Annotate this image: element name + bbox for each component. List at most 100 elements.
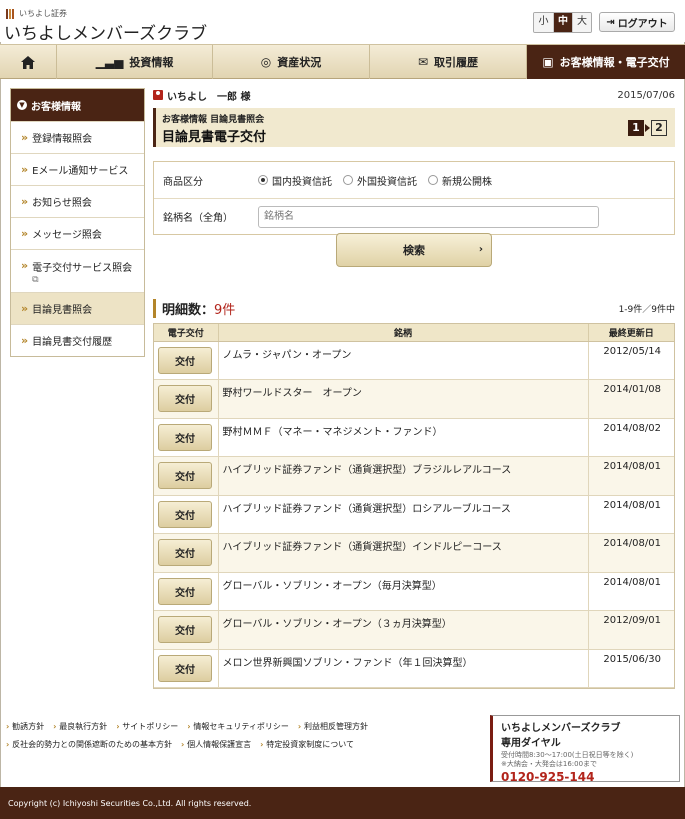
font-size-option-0[interactable]: 小 xyxy=(534,13,553,32)
table-row: 交付 野村ワールドスター オープン 2014/01/08 xyxy=(154,379,674,419)
radio-selected-icon xyxy=(258,175,268,185)
nav-investment-info[interactable]: ▁▃▅ 投資情報 xyxy=(57,45,213,79)
sidebar-item-registration[interactable]: » 登録情報照会 xyxy=(11,121,144,153)
main-nav: ▁▃▅ 投資情報 ◎ 資産状況 ✉ 取引履歴 ▣ お客様情報・電子交付 xyxy=(0,44,685,79)
footer-link[interactable]: 情報セキュリティポリシー xyxy=(187,722,289,731)
delivery-cell: 交付 xyxy=(154,495,219,534)
chart-icon: ▁▃▅ xyxy=(95,55,124,69)
header: いちよし証券 いちよしメンバーズクラブ 小中大 ⇥ ログアウト xyxy=(0,0,685,44)
sidebar-item-email-notification[interactable]: » Eメール通知サービス xyxy=(11,153,144,185)
delivery-cell: 交付 xyxy=(154,572,219,611)
breadcrumb: お客様情報 目論見書照会 xyxy=(162,115,265,125)
updated-date-cell: 2014/08/02 xyxy=(588,418,674,457)
footer-link[interactable]: サイトポリシー xyxy=(116,722,178,731)
category-radio-ipo[interactable]: 新規公開株 xyxy=(428,173,492,188)
category-radio-domestic[interactable]: 国内投資信託 xyxy=(258,173,332,188)
name-label: 銘柄名（全角） xyxy=(163,213,233,224)
handshake-icon: ✉ xyxy=(417,55,429,69)
delivery-cell: 交付 xyxy=(154,341,219,380)
prospectus-table: 電子交付 銘柄 最終更新日 交付 ノムラ・ジャパン・オープン 2012/05/14 交… xyxy=(153,323,675,689)
updated-date-cell: 2014/01/08 xyxy=(588,379,674,419)
font-size-option-2[interactable]: 大 xyxy=(572,13,591,32)
footer-link[interactable]: 特定投資家制度について xyxy=(260,740,354,749)
sidebar-item-prospectus-history[interactable]: » 目論見書交付履歴 xyxy=(11,324,144,356)
sidebar-item-notices[interactable]: » お知らせ照会 xyxy=(11,185,144,217)
search-form: 商品区分 国内投資信託 外国投資信託 新規公開株 銘柄名（全角） xyxy=(153,161,675,235)
footer-link[interactable]: 反社会的勢力との関係遮断のための基本方針 xyxy=(6,740,172,749)
category-row: 商品区分 国内投資信託 外国投資信託 新規公開株 xyxy=(154,162,674,198)
search-button[interactable]: 検索 › xyxy=(336,233,492,267)
chevron-right-icon: › xyxy=(478,244,483,255)
fund-name-cell: グローバル・ソブリン・オープン（３ヵ月決算型） xyxy=(218,610,589,650)
logout-icon: ⇥ xyxy=(606,16,615,28)
brand-logo-icon xyxy=(6,8,16,19)
fund-name-cell: ハイブリッド証券ファンド（通貨選択型）ブラジルレアルコース xyxy=(218,456,589,496)
delivery-cell: 交付 xyxy=(154,456,219,496)
delivery-cell: 交付 xyxy=(154,610,219,650)
logout-button[interactable]: ⇥ ログアウト xyxy=(599,12,675,32)
page-title: 目論見書電子交付 xyxy=(162,130,267,145)
issue-button[interactable]: 交付 xyxy=(158,462,212,489)
arrow-icon: » xyxy=(21,163,29,176)
issue-button[interactable]: 交付 xyxy=(158,346,212,374)
nav-trade-history[interactable]: ✉ 取引履歴 xyxy=(370,45,527,79)
brand-title[interactable]: いちよしメンバーズクラブ xyxy=(4,19,207,44)
nav-customer-info[interactable]: ▣ お客様情報・電子交付 xyxy=(527,45,685,79)
name-row: 銘柄名（全角） xyxy=(154,198,674,234)
fund-name-input[interactable] xyxy=(258,205,599,228)
table-row: 交付 ハイブリッド証券ファンド（通貨選択型）インドルピーコース 2014/08/01 xyxy=(154,533,674,573)
issue-button[interactable]: 交付 xyxy=(158,616,212,643)
table-row: 交付 グローバル・ソブリン・オープン（３ヵ月決算型） 2012/09/01 xyxy=(154,610,674,650)
issue-button[interactable]: 交付 xyxy=(158,539,212,566)
support-dial-box: いちよしメンバーズクラブ 専用ダイヤル 受付時間8:30～17:00(土日祝日等… xyxy=(490,715,680,784)
radio-icon xyxy=(343,175,353,185)
footer-link[interactable]: 個人情報保護宣言 xyxy=(181,740,251,749)
sidebar-item-prospectus[interactable]: » 目論見書照会 xyxy=(11,292,144,324)
updated-date-cell: 2014/08/01 xyxy=(588,533,674,573)
category-radio-foreign[interactable]: 外国投資信託 xyxy=(343,173,417,188)
table-row: 交付 ハイブリッド証券ファンド（通貨選択型）ロシアルーブルコース 2014/08/0… xyxy=(154,495,674,534)
table-row: 交付 ハイブリッド証券ファンド（通貨選択型）ブラジルレアルコース 2014/08/0… xyxy=(154,456,674,496)
nav-home[interactable] xyxy=(0,45,57,79)
column-header-updated: 最終更新日 xyxy=(588,324,674,342)
results-title: 明細数：9件 xyxy=(153,299,235,318)
footer-link[interactable]: 勧誘方針 xyxy=(6,722,44,731)
issue-button[interactable]: 交付 xyxy=(158,654,212,682)
table-row: 交付 ノムラ・ジャパン・オープン 2012/05/14 xyxy=(154,341,674,380)
issue-button[interactable]: 交付 xyxy=(158,423,212,451)
user-info: いちよし 一郎 様 xyxy=(153,88,250,103)
copyright: Copyright (c) Ichiyoshi Securities Co.,L… xyxy=(0,787,685,819)
issue-button[interactable]: 交付 xyxy=(158,385,212,412)
id-card-icon: ▣ xyxy=(542,55,554,69)
dial-phone[interactable]: 0120-925-144 xyxy=(501,770,671,784)
font-size-option-1[interactable]: 中 xyxy=(553,13,572,32)
fund-name-cell: メロン世界新興国ソブリン・ファンド（年１回決算型） xyxy=(218,649,589,688)
issue-button[interactable]: 交付 xyxy=(158,577,212,605)
sidebar-item-e-delivery[interactable]: » 電子交付サービス照会 ⧉ xyxy=(11,249,144,292)
results-range: 1-9件／9件中 xyxy=(618,305,675,315)
fund-name-cell: ハイブリッド証券ファンド（通貨選択型）ロシアルーブルコース xyxy=(218,495,589,534)
updated-date-cell: 2014/08/01 xyxy=(588,572,674,611)
coins-icon: ◎ xyxy=(260,55,272,69)
arrow-icon: » xyxy=(21,334,29,347)
results-summary: 明細数：9件 1-9件／9件中 xyxy=(153,299,675,318)
results-count: 9件 xyxy=(214,303,236,318)
arrow-icon: » xyxy=(21,302,29,315)
sidebar-item-messages[interactable]: » メッセージ照会 xyxy=(11,217,144,249)
home-icon xyxy=(21,55,35,69)
nav-asset-status[interactable]: ◎ 資産状況 xyxy=(213,45,370,79)
delivery-cell: 交付 xyxy=(154,649,219,688)
fund-name-cell: ハイブリッド証券ファンド（通貨選択型）インドルピーコース xyxy=(218,533,589,573)
footer-link[interactable]: 最良執行方針 xyxy=(53,722,107,731)
brand-small: いちよし証券 xyxy=(6,8,67,19)
main-content: いちよし 一郎 様 2015/07/06 お客様情報 目論見書照会 目論見書電子… xyxy=(153,86,675,689)
delivery-cell: 交付 xyxy=(154,533,219,573)
footer-link[interactable]: 利益相反管理方針 xyxy=(298,722,368,731)
fund-name-cell: 野村ワールドスター オープン xyxy=(218,379,589,419)
delivery-cell: 交付 xyxy=(154,418,219,457)
updated-date-cell: 2014/08/01 xyxy=(588,495,674,534)
category-label: 商品区分 xyxy=(163,176,203,188)
step-1: 1 xyxy=(628,120,644,136)
issue-button[interactable]: 交付 xyxy=(158,500,212,528)
page-header: お客様情報 目論見書照会 目論見書電子交付 1 2 xyxy=(153,108,675,147)
